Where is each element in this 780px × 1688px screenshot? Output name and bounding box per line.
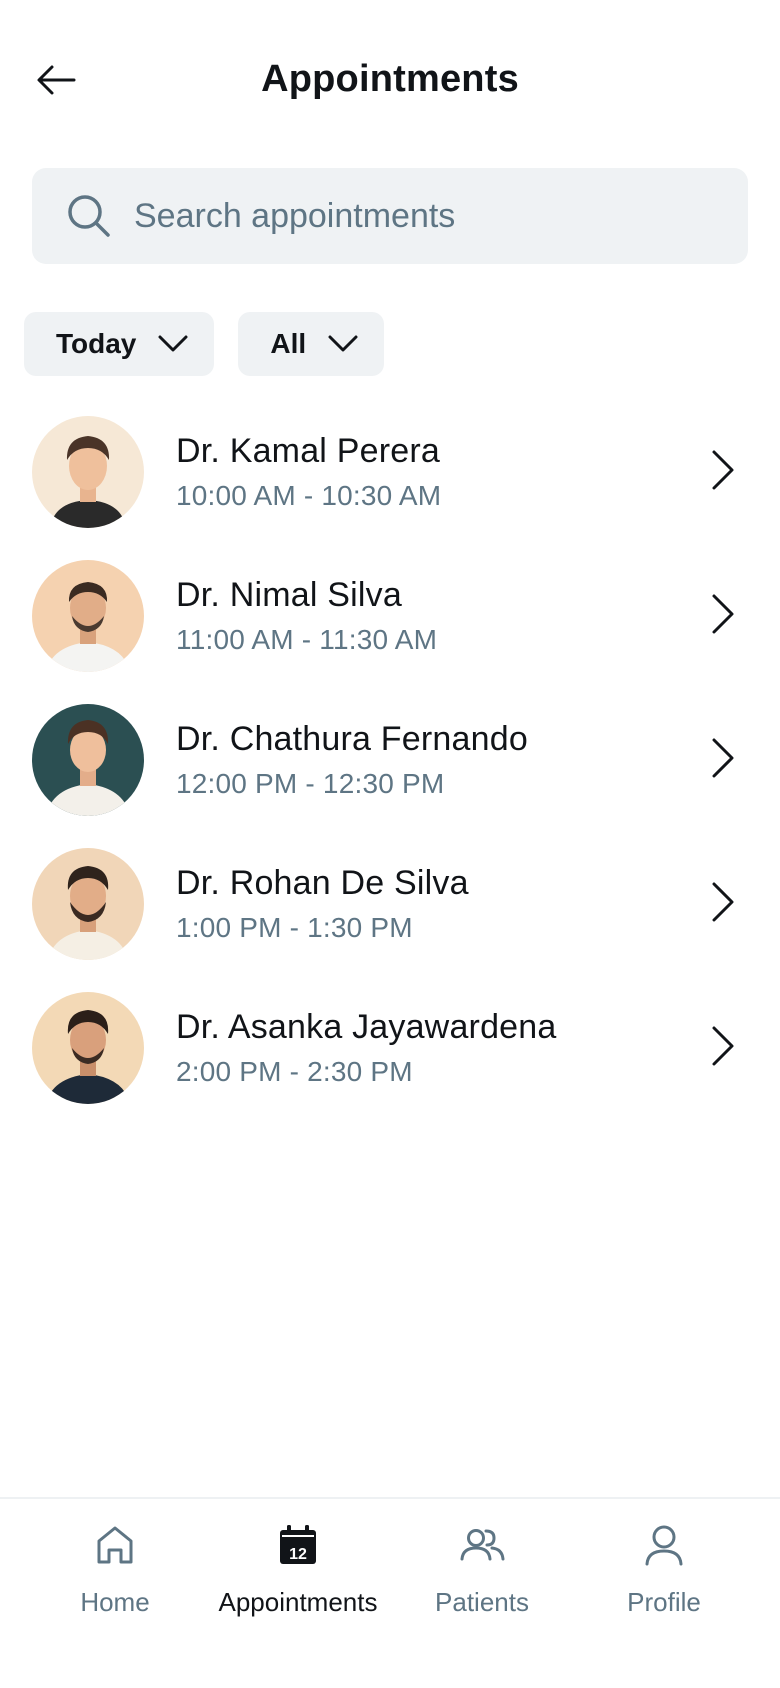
doctor-name: Dr. Chathura Fernando bbox=[176, 720, 528, 758]
bottom-nav: Home 12 Appointments Patients Profile bbox=[0, 1497, 780, 1688]
search-icon bbox=[68, 195, 110, 237]
page-title: Appointments bbox=[261, 58, 519, 100]
svg-text:12: 12 bbox=[289, 1546, 307, 1563]
appointment-time: 2:00 PM - 2:30 PM bbox=[176, 1056, 413, 1087]
chevron-right-icon bbox=[712, 594, 734, 634]
appointment-item[interactable]: Dr. Asanka Jayawardena 2:00 PM - 2:30 PM bbox=[0, 980, 780, 1108]
search-input[interactable] bbox=[134, 196, 694, 236]
appointment-item[interactable]: Dr. Nimal Silva 11:00 AM - 11:30 AM bbox=[0, 548, 780, 676]
avatar bbox=[32, 848, 144, 960]
avatar bbox=[32, 560, 144, 672]
avatar bbox=[32, 704, 144, 816]
tab-profile-label: Profile bbox=[627, 1587, 701, 1617]
tab-home[interactable]: Home bbox=[20, 1521, 210, 1641]
search-bar[interactable] bbox=[32, 168, 748, 264]
appointment-time: 12:00 PM - 12:30 PM bbox=[176, 768, 445, 799]
doctor-name: Dr. Asanka Jayawardena bbox=[176, 1008, 557, 1046]
tab-patients[interactable]: Patients bbox=[387, 1521, 577, 1641]
status-filter-label: All bbox=[270, 328, 307, 359]
home-icon bbox=[97, 1526, 133, 1564]
date-filter-dropdown[interactable]: Today bbox=[24, 312, 215, 376]
avatar bbox=[32, 992, 144, 1104]
doctor-name: Dr. Kamal Perera bbox=[176, 432, 440, 470]
doctor-name: Dr. Rohan De Silva bbox=[176, 864, 469, 902]
user-icon bbox=[645, 1525, 683, 1566]
chevron-right-icon bbox=[712, 882, 734, 922]
chevron-down-icon bbox=[158, 335, 188, 352]
appointment-item[interactable]: Dr. Chathura Fernando 12:00 PM - 12:30 P… bbox=[0, 692, 780, 820]
avatar bbox=[32, 416, 144, 528]
tab-home-label: Home bbox=[80, 1587, 150, 1617]
tab-appointments-label: Appointments bbox=[218, 1587, 378, 1617]
tab-appointments[interactable]: 12 Appointments bbox=[203, 1521, 393, 1641]
chevron-right-icon bbox=[712, 1026, 734, 1066]
top-app-bar: Appointments bbox=[0, 40, 780, 120]
appointment-time: 11:00 AM - 11:30 AM bbox=[176, 624, 438, 655]
filter-bar: Today All bbox=[24, 312, 385, 376]
appointment-time: 10:00 AM - 10:30 AM bbox=[176, 480, 442, 511]
status-filter-dropdown[interactable]: All bbox=[238, 312, 385, 376]
doctor-name: Dr. Nimal Silva bbox=[176, 576, 402, 614]
appointment-time: 1:00 PM - 1:30 PM bbox=[176, 912, 413, 943]
date-filter-label: Today bbox=[56, 328, 137, 359]
tab-patients-label: Patients bbox=[435, 1587, 529, 1617]
chevron-right-icon bbox=[712, 738, 734, 778]
appointment-item[interactable]: Dr. Kamal Perera 10:00 AM - 10:30 AM bbox=[0, 404, 780, 532]
chevron-down-icon bbox=[328, 335, 358, 352]
tab-profile[interactable]: Profile bbox=[569, 1521, 759, 1641]
chevron-right-icon bbox=[712, 450, 734, 490]
appointment-item[interactable]: Dr. Rohan De Silva 1:00 PM - 1:30 PM bbox=[0, 836, 780, 964]
calendar-icon: 12 bbox=[280, 1525, 316, 1564]
users-icon bbox=[460, 1529, 505, 1561]
